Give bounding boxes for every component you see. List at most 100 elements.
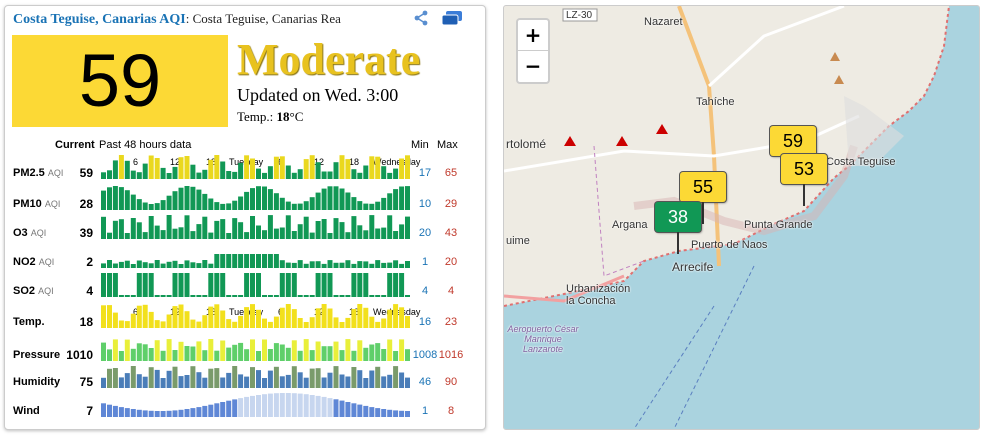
metric-label-wind[interactable]: Wind — [13, 405, 40, 417]
history-bar — [172, 273, 178, 297]
history-bar — [166, 339, 172, 361]
metric-label-temp[interactable]: Temp. — [13, 316, 45, 328]
metric-label-no2[interactable]: NO2 AQI — [13, 256, 54, 268]
history-sparkline — [101, 186, 410, 210]
history-bar — [279, 156, 285, 179]
place-label: Tahíche — [696, 96, 735, 108]
history-bar — [315, 162, 321, 179]
history-bar — [232, 254, 238, 268]
history-bar — [339, 188, 345, 210]
history-bar — [399, 410, 405, 417]
history-bar — [291, 309, 297, 328]
history-bar — [172, 228, 178, 239]
history-bar — [375, 156, 381, 179]
history-bar — [369, 370, 375, 388]
metric-label-pm25[interactable]: PM2.5 AQI — [13, 167, 63, 179]
metric-label-humidity[interactable]: Humidity — [13, 376, 60, 388]
history-bar — [387, 339, 393, 361]
history-bar — [172, 260, 178, 268]
current-value: 28 — [79, 197, 93, 211]
history-bar — [196, 295, 202, 297]
history-bar — [375, 260, 381, 268]
metric-unit: AQI — [38, 286, 54, 296]
history-bar — [399, 158, 405, 179]
history-bar — [399, 186, 405, 210]
history-bar — [279, 376, 285, 388]
history-bar — [136, 409, 142, 417]
history-bar — [393, 168, 399, 179]
history-bar — [220, 254, 226, 268]
history-bar — [297, 224, 303, 239]
history-bar — [267, 295, 273, 297]
history-bar — [178, 227, 184, 239]
history-bar — [196, 341, 202, 361]
history-bar — [250, 395, 255, 417]
history-bar — [315, 221, 321, 239]
aqi-marker[interactable]: 55 — [680, 172, 726, 224]
history-bar — [381, 166, 387, 179]
history-bar — [118, 187, 124, 210]
history-bar — [112, 263, 118, 268]
history-bar — [375, 228, 381, 239]
aqi-marker[interactable]: 53 — [781, 154, 827, 206]
history-bar — [321, 273, 327, 297]
history-bar — [363, 347, 369, 361]
history-bar — [339, 322, 345, 328]
min-value: 1008 — [412, 349, 438, 361]
history-bar — [381, 227, 387, 239]
history-bar — [285, 201, 291, 210]
history-bar — [315, 192, 321, 210]
history-bar — [256, 395, 261, 417]
history-bar — [136, 305, 142, 328]
map[interactable]: + − LZ-30 Nazaret Tahíche rtolomé Costa … — [503, 5, 980, 430]
history-bar — [136, 273, 142, 297]
history-bar — [118, 320, 124, 328]
road-label: LZ-30 — [566, 10, 593, 21]
history-bar — [244, 191, 250, 210]
metric-name: Humidity — [13, 376, 61, 388]
history-bar — [166, 173, 172, 179]
max-value: 90 — [444, 376, 458, 388]
history-bar — [262, 394, 267, 417]
history-bar — [214, 254, 220, 268]
history-bar — [297, 169, 303, 179]
metric-label-o3[interactable]: O3 AQI — [13, 227, 46, 239]
history-bar — [327, 372, 333, 388]
history-bar — [190, 186, 196, 210]
history-bar — [315, 261, 321, 268]
history-bar — [112, 273, 118, 297]
history-bar — [333, 295, 339, 297]
aqi-marker[interactable]: 59 — [770, 126, 816, 178]
history-bar — [273, 228, 279, 239]
map-tiles[interactable] — [504, 6, 979, 429]
history-bar — [363, 165, 369, 179]
history-bar — [291, 340, 297, 361]
zoom-in-button[interactable]: + — [518, 20, 548, 51]
metric-label-pressure[interactable]: Pressure — [13, 349, 60, 361]
metric-name: Temp. — [13, 316, 45, 328]
history-bar — [375, 408, 381, 417]
history-bar — [142, 410, 148, 417]
history-bar — [124, 260, 130, 268]
zoom-out-button[interactable]: − — [518, 51, 548, 81]
metric-label-so2[interactable]: SO2 AQI — [13, 285, 54, 297]
history-bar — [303, 377, 309, 388]
history-bar — [178, 304, 184, 328]
metric-label-pm10[interactable]: PM10 AQI — [13, 198, 60, 210]
aqi-marker[interactable]: 38 — [655, 202, 701, 254]
history-bar — [184, 409, 190, 417]
history-bar — [202, 315, 208, 328]
history-bar — [351, 263, 357, 268]
history-bar — [273, 366, 279, 388]
min-value: 1 — [421, 405, 429, 417]
history-bar — [142, 304, 148, 328]
history-bar — [208, 263, 214, 268]
history-bar — [291, 262, 297, 268]
history-bar — [244, 232, 250, 239]
history-bar — [369, 215, 375, 239]
history-bar — [190, 366, 196, 388]
history-bar — [309, 368, 315, 388]
min-value: 46 — [418, 376, 432, 388]
history-bar — [256, 186, 261, 210]
history-bar — [363, 273, 369, 297]
